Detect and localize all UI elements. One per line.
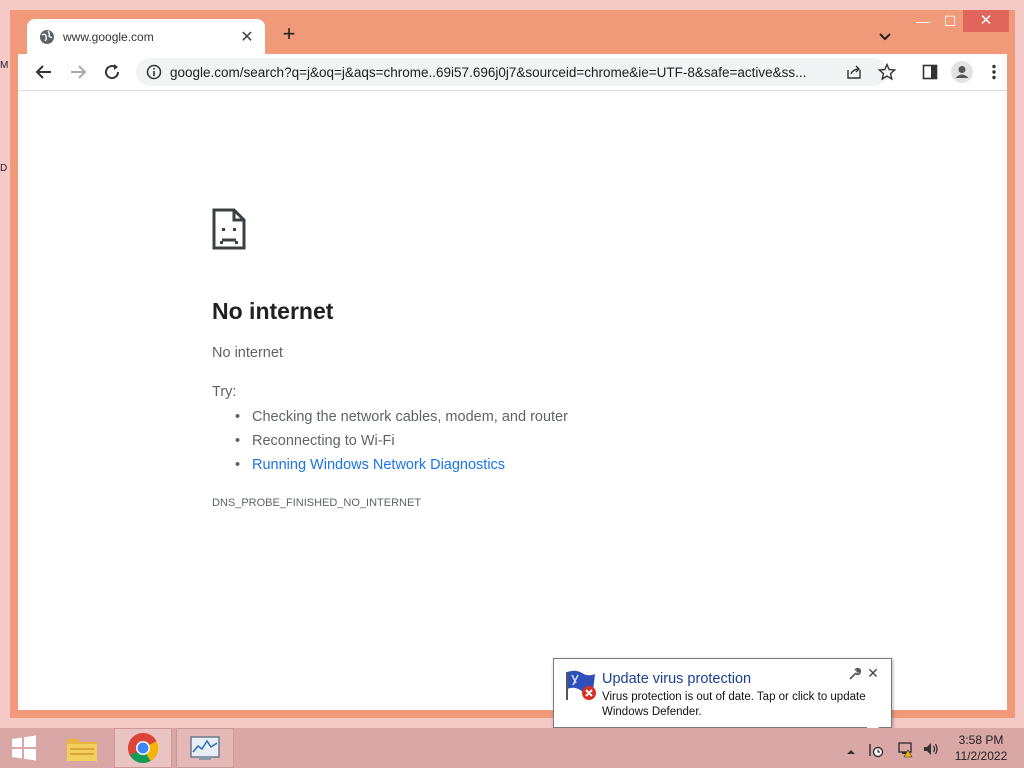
close-tab-icon[interactable]: ✕ <box>239 27 255 47</box>
clock-time: 3:58 PM <box>958 733 1004 747</box>
notification-close-button[interactable]: ✕ <box>866 665 880 681</box>
new-tab-button[interactable]: + <box>278 23 300 46</box>
menu-button[interactable] <box>982 60 1006 84</box>
file-explorer-button[interactable] <box>56 728 108 768</box>
star-icon[interactable] <box>878 63 896 81</box>
reload-button[interactable] <box>100 60 124 84</box>
chrome-taskbar-button[interactable] <box>114 728 172 768</box>
network-warning-icon[interactable] <box>897 740 915 758</box>
kebab-menu-icon <box>992 64 996 80</box>
chevron-down-icon[interactable] <box>875 26 895 46</box>
defender-tray-icon[interactable] <box>868 741 884 759</box>
performance-monitor-button[interactable] <box>176 728 234 768</box>
forward-button[interactable] <box>66 60 90 84</box>
notification-title[interactable]: Update virus protection <box>602 671 751 687</box>
back-button[interactable] <box>32 60 56 84</box>
security-flag-icon <box>566 670 596 700</box>
profile-button[interactable] <box>950 60 974 84</box>
share-icon[interactable] <box>846 64 862 80</box>
error-code: DNS_PROBE_FINISHED_NO_INTERNET <box>212 497 422 509</box>
system-clock[interactable]: 3:58 PM 11/2/2022 <box>946 732 1016 764</box>
arrow-right-icon <box>71 65 87 79</box>
windows-logo-icon <box>12 735 36 761</box>
reload-icon <box>105 64 120 80</box>
tab-strip: www.google.com ✕ + — ☐ ✕ <box>10 10 1015 54</box>
folder-icon <box>67 739 97 761</box>
tab-title: www.google.com <box>63 29 154 44</box>
notification-text[interactable]: Virus protection is out of date. Tap or … <box>602 690 887 720</box>
network-diagnostics-link[interactable]: Running Windows Network Diagnostics <box>235 456 568 480</box>
arrow-left-icon <box>35 65 51 79</box>
avatar-icon <box>951 61 973 83</box>
suggestion-list: Checking the network cables, modem, and … <box>235 408 568 480</box>
wrench-icon[interactable] <box>848 667 862 681</box>
side-panel-button[interactable] <box>918 60 942 84</box>
show-hidden-icons-button[interactable] <box>846 743 856 761</box>
volume-icon[interactable] <box>922 740 940 758</box>
info-icon[interactable] <box>146 64 162 80</box>
desktop-icon-label[interactable]: D <box>0 163 10 177</box>
suggestion-item: Checking the network cables, modem, and … <box>235 408 568 432</box>
start-button[interactable] <box>0 728 48 768</box>
error-title: No internet <box>212 298 334 324</box>
address-bar[interactable]: google.com/search?q=j&oq=j&aqs=chrome..6… <box>136 58 896 86</box>
url-text[interactable]: google.com/search?q=j&oq=j&aqs=chrome..6… <box>170 65 838 80</box>
taskbar: 3:58 PM 11/2/2022 <box>0 728 1024 768</box>
tab-google[interactable]: www.google.com ✕ <box>27 19 265 54</box>
maximize-button[interactable]: ☐ <box>937 10 963 32</box>
sad-document-icon <box>212 208 246 250</box>
minimize-button[interactable]: — <box>910 10 936 32</box>
close-window-button[interactable]: ✕ <box>963 10 1009 32</box>
page-content: No internet No internet Try: Checking th… <box>18 90 1007 710</box>
suggestion-item: Reconnecting to Wi-Fi <box>235 432 568 456</box>
chrome-icon <box>128 733 159 764</box>
desktop-icon-label[interactable]: M <box>0 60 10 74</box>
side-panel-icon <box>922 64 938 80</box>
try-label: Try: <box>212 384 237 400</box>
globe-icon <box>40 29 54 44</box>
browser-window: www.google.com ✕ + — ☐ ✕ google.com/sear… <box>10 10 1015 718</box>
clock-date: 11/2/2022 <box>954 749 1008 763</box>
defender-notification[interactable]: Update virus protection Virus protection… <box>553 658 892 728</box>
monitor-chart-icon <box>190 736 220 760</box>
browser-toolbar: google.com/search?q=j&oq=j&aqs=chrome..6… <box>18 54 1007 90</box>
error-subtitle: No internet <box>212 345 283 361</box>
